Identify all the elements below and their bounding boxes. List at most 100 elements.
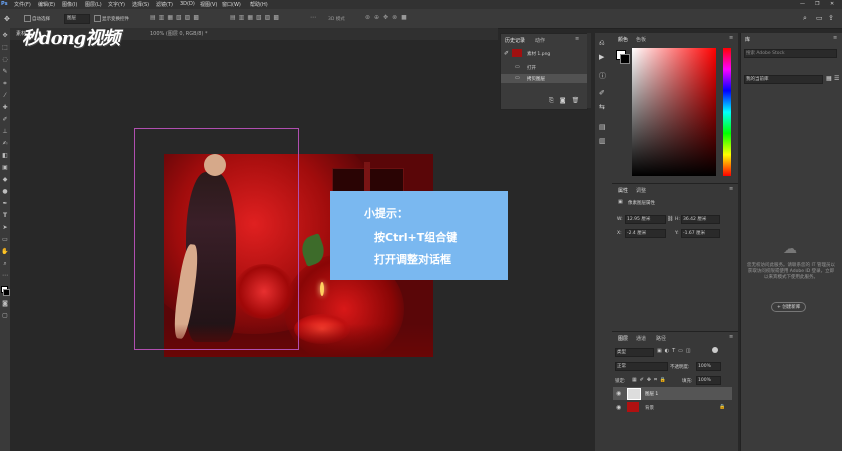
crop-icon[interactable]: ⌗ bbox=[1, 80, 9, 87]
snapshot-label[interactable]: 素材 1.png bbox=[527, 51, 550, 57]
layer-filter-icons[interactable]: ▣◐T▭◫ bbox=[657, 348, 694, 354]
doc-tab-active[interactable]: 100% (图层 0, RGB/8) * bbox=[150, 30, 207, 37]
menu-edit[interactable]: 编辑(E) bbox=[38, 1, 55, 8]
share-icon[interactable]: ⇪ bbox=[828, 14, 834, 22]
tab-color[interactable]: 颜色 bbox=[618, 36, 628, 43]
layer-name[interactable]: 图层 1 bbox=[645, 391, 658, 397]
tab-adjustments[interactable]: 调整 bbox=[636, 187, 646, 194]
visibility-eye-icon[interactable]: ◉ bbox=[616, 404, 621, 411]
3d-tool-icons[interactable]: ⊛⊕✥⊗■ bbox=[365, 14, 411, 21]
path-select-icon[interactable]: ➤ bbox=[1, 224, 9, 231]
create-library-button[interactable]: + 创建新库 bbox=[771, 302, 807, 312]
distribute-icons[interactable]: ▤▥▦▧▨▩ bbox=[230, 14, 282, 21]
x-field[interactable]: -2.4 厘米 bbox=[625, 229, 666, 238]
tab-swatches[interactable]: 色板 bbox=[636, 36, 646, 43]
show-transform-checkbox[interactable] bbox=[94, 15, 101, 22]
menu-layer[interactable]: 图层(L) bbox=[85, 1, 102, 8]
history-scrollbar[interactable] bbox=[587, 33, 591, 108]
align-icons[interactable]: ▤▥▦▧▨▩ bbox=[150, 14, 202, 21]
brush-icon[interactable]: ✐ bbox=[1, 116, 9, 123]
shape-icon[interactable]: ▭ bbox=[1, 236, 9, 243]
history-step-copy-layer[interactable]: 拷贝图层 bbox=[527, 76, 545, 82]
more-tools-icon[interactable]: ⋯ bbox=[1, 272, 9, 279]
tab-paths[interactable]: 路径 bbox=[656, 335, 666, 342]
panel-menu-icon[interactable]: ≡ bbox=[729, 334, 733, 340]
menu-3d[interactable]: 3D(D) bbox=[180, 1, 195, 7]
history-panel-icon[interactable]: ⎌ bbox=[599, 39, 605, 48]
tab-layers[interactable]: 图层 bbox=[618, 335, 628, 342]
screen-mode-icon[interactable]: ▢ bbox=[1, 312, 9, 319]
search-icon[interactable]: ⌕ bbox=[803, 14, 807, 23]
menu-image[interactable]: 图像(I) bbox=[62, 1, 77, 8]
para-panel-icon[interactable]: ▥ bbox=[599, 137, 606, 145]
pen-icon[interactable]: ✒ bbox=[1, 200, 9, 207]
quick-mask-icon[interactable]: ◙ bbox=[1, 300, 9, 307]
layer-row-layer1[interactable]: ◉ 图层 1 bbox=[613, 387, 732, 400]
layer-row-background[interactable]: ◉ 背景 🔒 bbox=[613, 401, 732, 414]
menu-window[interactable]: 窗口(W) bbox=[222, 1, 241, 8]
dodge-icon[interactable]: ● bbox=[1, 188, 9, 195]
tab-history[interactable]: 历史记录 bbox=[505, 37, 525, 44]
brush-panel-icon[interactable]: ✐ bbox=[599, 89, 605, 97]
height-field[interactable]: 36.42 厘米 bbox=[681, 215, 720, 224]
layer-kind-filter[interactable]: 类型 bbox=[615, 348, 654, 357]
color-picker-field[interactable] bbox=[632, 48, 716, 176]
fill-field[interactable]: 100% bbox=[696, 376, 721, 385]
eyedropper-icon[interactable]: ⁄ bbox=[1, 92, 9, 99]
background-color-swatch[interactable] bbox=[3, 289, 10, 296]
link-icon[interactable]: ⛓ bbox=[667, 216, 673, 222]
healing-icon[interactable]: ✚ bbox=[1, 104, 9, 111]
blur-icon[interactable]: ◆ bbox=[1, 176, 9, 183]
play-icon[interactable]: ▶ bbox=[599, 53, 604, 61]
transform-bounding-box[interactable] bbox=[134, 128, 299, 350]
history-brush-icon[interactable]: ✍ bbox=[1, 140, 9, 147]
tab-libraries[interactable]: 库 bbox=[745, 36, 750, 43]
menu-select[interactable]: 选择(S) bbox=[132, 1, 149, 8]
auto-select-checkbox[interactable] bbox=[24, 15, 31, 22]
hand-icon[interactable]: ✋ bbox=[1, 248, 9, 255]
menu-help[interactable]: 帮助(H) bbox=[250, 1, 268, 8]
history-brush-source-icon[interactable]: ✐ bbox=[504, 50, 509, 57]
tab-actions[interactable]: 动作 bbox=[535, 37, 545, 44]
grid-view-icon[interactable]: ▦ bbox=[826, 75, 832, 82]
lasso-icon[interactable]: ◌ bbox=[1, 56, 9, 63]
move-tool-icon[interactable]: ✥ bbox=[4, 15, 10, 23]
panel-menu-icon[interactable]: ≡ bbox=[729, 35, 733, 41]
stamp-icon[interactable]: ⊥ bbox=[1, 128, 9, 135]
library-dropdown[interactable]: 我的当前库 bbox=[744, 75, 823, 84]
restore-icon[interactable]: ❐ bbox=[815, 1, 819, 7]
adjust-panel-icon[interactable]: ⇆ bbox=[599, 103, 605, 111]
eraser-icon[interactable]: ◧ bbox=[1, 152, 9, 159]
hue-slider[interactable] bbox=[723, 48, 731, 176]
close-icon[interactable]: ✕ bbox=[830, 1, 834, 7]
list-view-icon[interactable]: ☰ bbox=[834, 75, 839, 82]
layer-select-dropdown[interactable]: 图层 bbox=[64, 14, 90, 24]
workspace-icon[interactable]: ▭ bbox=[816, 14, 823, 22]
background-swatch[interactable] bbox=[620, 54, 630, 64]
info-icon[interactable]: ⓘ bbox=[599, 71, 606, 81]
panel-menu-icon[interactable]: ≡ bbox=[833, 35, 837, 41]
panel-menu-icon[interactable]: ≡ bbox=[575, 36, 579, 42]
menu-view[interactable]: 视图(V) bbox=[200, 1, 217, 8]
minimize-icon[interactable]: — bbox=[800, 1, 805, 7]
tab-channels[interactable]: 通道 bbox=[636, 335, 646, 342]
move-icon[interactable]: ✥ bbox=[1, 32, 9, 39]
opacity-field[interactable]: 100% bbox=[696, 362, 721, 371]
menu-filter[interactable]: 滤镜(T) bbox=[156, 1, 173, 8]
ps-logo-icon[interactable]: Ps bbox=[1, 1, 8, 7]
y-field[interactable]: -1.67 厘米 bbox=[681, 229, 720, 238]
menu-file[interactable]: 文件(F) bbox=[14, 1, 31, 8]
snapshot-thumbnail[interactable] bbox=[512, 49, 522, 57]
notes-panel-icon[interactable]: ▤ bbox=[599, 123, 606, 131]
quick-select-icon[interactable]: ✎ bbox=[1, 68, 9, 75]
tab-properties[interactable]: 属性 bbox=[618, 187, 628, 194]
marquee-icon[interactable]: ⬚ bbox=[1, 44, 9, 51]
menu-type[interactable]: 文字(Y) bbox=[108, 1, 125, 8]
lock-icons[interactable]: ▦✐✥⌗🔒 bbox=[632, 377, 669, 383]
layer-name[interactable]: 背景 bbox=[645, 405, 654, 411]
blend-mode-dropdown[interactable]: 正常 bbox=[615, 362, 668, 371]
visibility-eye-icon[interactable]: ◉ bbox=[616, 390, 621, 397]
history-step-open[interactable]: 打开 bbox=[527, 65, 536, 71]
gradient-icon[interactable]: ▣ bbox=[1, 164, 9, 171]
filter-toggle[interactable] bbox=[712, 347, 718, 353]
